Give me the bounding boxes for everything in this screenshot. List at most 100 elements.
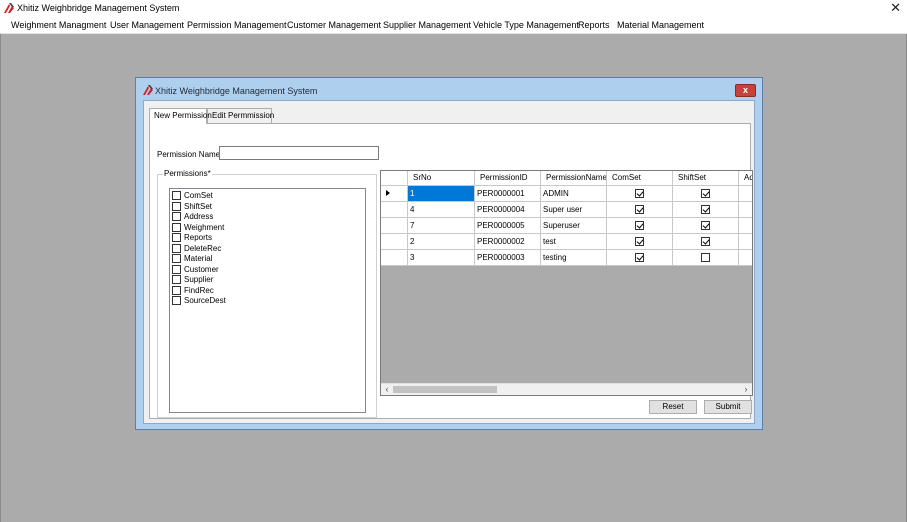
permissions-groupbox: Permissions* ComSet ShiftSet Address Wei… xyxy=(157,169,377,418)
table-cell-shiftset[interactable] xyxy=(673,186,739,202)
shiftset-checkbox[interactable] xyxy=(701,189,710,198)
tab-panel-new-permission: Permission Name* Permissions* ComSet Shi… xyxy=(149,123,753,419)
table-cell-comset[interactable] xyxy=(607,250,673,266)
menu-supplier-management[interactable]: Supplier Management xyxy=(383,20,471,30)
permission-option-label: Customer xyxy=(184,264,219,274)
col-header-comset[interactable]: ComSet xyxy=(607,171,673,186)
permissions-grid[interactable]: SrNo PermissionID PermissionName ComSet … xyxy=(380,170,753,396)
menu-user-management[interactable]: User Management xyxy=(110,20,184,30)
row-header[interactable] xyxy=(381,234,408,250)
table-cell-permissionname[interactable]: testing xyxy=(541,250,607,266)
grid-horizontal-scrollbar[interactable]: ‹ › xyxy=(381,383,752,395)
table-cell-address[interactable] xyxy=(739,250,752,266)
shiftset-checkbox[interactable] xyxy=(701,237,710,246)
table-cell-srno[interactable]: 2 xyxy=(408,234,475,250)
row-header[interactable] xyxy=(381,250,408,266)
permission-name-label: Permission Name* xyxy=(157,150,224,159)
col-header-address[interactable]: Ad xyxy=(739,171,752,186)
checkbox[interactable] xyxy=(172,191,181,200)
dialog-client-area: New Permission Edit Permmission Permissi… xyxy=(143,100,755,424)
comset-checkbox[interactable] xyxy=(635,189,644,198)
table-cell-permissionid[interactable]: PER0000001 xyxy=(475,186,541,202)
menu-vehicle-type-management[interactable]: Vehicle Type Management xyxy=(473,20,579,30)
table-cell-permissionid[interactable]: PER0000005 xyxy=(475,218,541,234)
scroll-left-arrow-icon[interactable]: ‹ xyxy=(381,384,393,395)
row-header[interactable] xyxy=(381,186,408,202)
table-cell-srno[interactable]: 4 xyxy=(408,202,475,218)
table-cell-comset[interactable] xyxy=(607,186,673,202)
col-header-shiftset[interactable]: ShiftSet xyxy=(673,171,739,186)
col-header-permissionname[interactable]: PermissionName xyxy=(541,171,607,186)
table-cell-address[interactable] xyxy=(739,186,752,202)
row-header[interactable] xyxy=(381,202,408,218)
table-cell-srno[interactable]: 3 xyxy=(408,250,475,266)
permission-option-label: Supplier xyxy=(184,275,214,284)
menu-reports[interactable]: Reports xyxy=(578,20,610,30)
comset-checkbox[interactable] xyxy=(635,253,644,262)
table-cell-shiftset[interactable] xyxy=(673,218,739,234)
menu-material-management[interactable]: Material Management xyxy=(617,20,704,30)
permission-option-label: SourceDest xyxy=(184,296,226,305)
table-cell-shiftset[interactable] xyxy=(673,250,739,266)
app-close-icon[interactable]: ✕ xyxy=(890,0,901,16)
app-title: Xhitiz Weighbridge Management System xyxy=(17,3,180,13)
table-cell-srno[interactable]: 1 xyxy=(408,186,475,202)
comset-checkbox[interactable] xyxy=(635,221,644,230)
table-cell-permissionid[interactable]: PER0000003 xyxy=(475,250,541,266)
checkbox[interactable] xyxy=(172,212,181,221)
table-cell-permissionid[interactable]: PER0000002 xyxy=(475,234,541,250)
tab-new-permission[interactable]: New Permission xyxy=(149,108,212,124)
permission-name-input[interactable] xyxy=(219,146,379,160)
col-header-permissionid[interactable]: PermissionID xyxy=(475,171,541,186)
menu-weighment-management[interactable]: Weighment Managment xyxy=(11,20,106,30)
table-cell-permissionid[interactable]: PER0000004 xyxy=(475,202,541,218)
table-cell-shiftset[interactable] xyxy=(673,234,739,250)
permission-option-label: Material xyxy=(184,254,213,263)
app-titlebar: Xhitiz Weighbridge Management System ✕ xyxy=(0,0,907,17)
table-cell-comset[interactable] xyxy=(607,234,673,250)
comset-checkbox[interactable] xyxy=(635,237,644,246)
checkbox[interactable] xyxy=(172,233,181,242)
table-cell-srno[interactable]: 7 xyxy=(408,218,475,234)
menu-permission-management[interactable]: Permission Management xyxy=(187,20,287,30)
permission-option-label: Weighment xyxy=(184,222,225,232)
table-cell-permissionname[interactable]: ADMIN xyxy=(541,186,607,202)
table-cell-shiftset[interactable] xyxy=(673,202,739,218)
checkbox[interactable] xyxy=(172,222,181,232)
table-cell-permissionname[interactable]: Super user xyxy=(541,202,607,218)
scroll-thumb[interactable] xyxy=(393,386,497,393)
table-cell-permissionname[interactable]: test xyxy=(541,234,607,250)
shiftset-checkbox[interactable] xyxy=(701,221,710,230)
permissions-checklist[interactable]: ComSet ShiftSet Address Weighment Report… xyxy=(169,188,366,413)
table-cell-permissionname[interactable]: Superuser xyxy=(541,218,607,234)
submit-button[interactable]: Submit xyxy=(704,400,752,414)
table-cell-comset[interactable] xyxy=(607,202,673,218)
checkbox[interactable] xyxy=(172,254,181,263)
table-cell-address[interactable] xyxy=(739,234,752,250)
permission-dialog: Xhitiz Weighbridge Management System x N… xyxy=(135,77,763,430)
menu-customer-management[interactable]: Customer Management xyxy=(287,20,381,30)
permission-option-label: Address xyxy=(184,212,214,221)
reset-button[interactable]: Reset xyxy=(649,400,697,414)
checkbox[interactable] xyxy=(172,201,181,211)
table-cell-comset[interactable] xyxy=(607,218,673,234)
grid-corner xyxy=(381,171,408,186)
shiftset-checkbox[interactable] xyxy=(701,205,710,214)
current-row-arrow-icon xyxy=(386,190,390,196)
permission-option-label: ShiftSet xyxy=(184,201,213,211)
tab-edit-permission[interactable]: Edit Permmission xyxy=(207,108,274,123)
scroll-right-arrow-icon[interactable]: › xyxy=(740,384,752,395)
checkbox[interactable] xyxy=(172,275,181,284)
table-cell-address[interactable] xyxy=(739,202,752,218)
checkbox[interactable] xyxy=(172,296,181,305)
col-header-srno[interactable]: SrNo xyxy=(408,171,475,186)
checkbox[interactable] xyxy=(172,264,181,274)
dialog-title: Xhitiz Weighbridge Management System xyxy=(155,86,318,96)
checkbox[interactable] xyxy=(172,243,181,253)
shiftset-checkbox[interactable] xyxy=(701,253,710,262)
table-cell-address[interactable] xyxy=(739,218,752,234)
row-header[interactable] xyxy=(381,218,408,234)
checkbox[interactable] xyxy=(172,285,181,295)
comset-checkbox[interactable] xyxy=(635,205,644,214)
dialog-close-icon[interactable]: x xyxy=(735,84,756,97)
